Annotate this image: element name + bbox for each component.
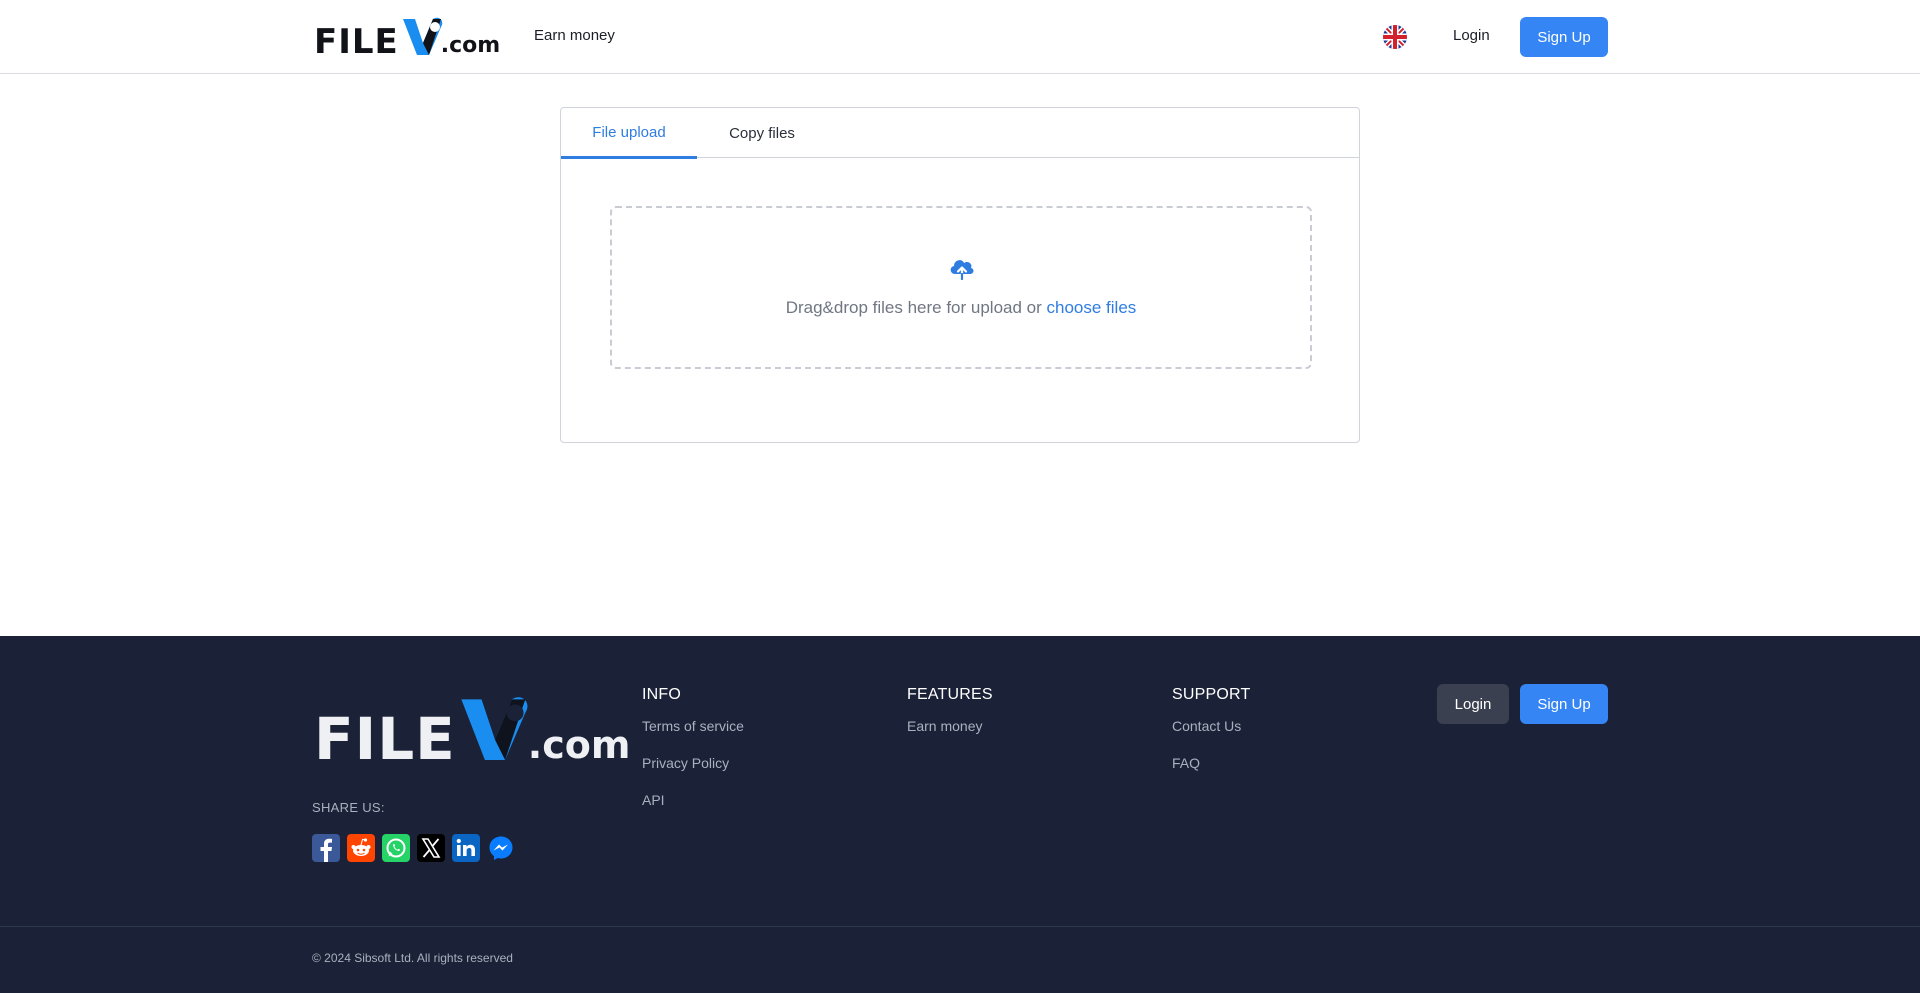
file-dropzone[interactable]: Drag&drop files here for upload or choos… <box>610 206 1312 369</box>
footer-logo-v-mark-icon <box>461 697 528 760</box>
api-link[interactable]: API <box>642 791 744 809</box>
facebook-icon[interactable] <box>312 834 340 862</box>
footer-support-column: SUPPORT Contact Us FAQ <box>1172 686 1250 791</box>
footer-features-title: FEATURES <box>907 686 993 703</box>
footer-divider <box>0 926 1920 927</box>
logo-dotcom-text: .com <box>440 33 501 58</box>
choose-files-link[interactable]: choose files <box>1047 298 1137 317</box>
linkedin-icon[interactable] <box>452 834 480 862</box>
x-icon[interactable] <box>417 834 445 862</box>
upload-tabs: File upload Copy files <box>561 108 1359 159</box>
footer-logo[interactable]: FILE .com <box>314 688 630 768</box>
logo-v-mark-icon <box>402 17 443 55</box>
footer-login-button[interactable]: Login <box>1437 684 1509 724</box>
footer-info-title: INFO <box>642 686 682 703</box>
upload-card: File upload Copy files Drag&drop files h… <box>560 107 1360 443</box>
copyright-text: © 2024 Sibsoft Ltd. All rights reserved <box>312 951 513 965</box>
footer-logo-dotcom-text: .com <box>527 723 631 767</box>
nav-earn-money-link[interactable]: Earn money <box>534 27 615 44</box>
footer-support-title: SUPPORT <box>1172 686 1251 703</box>
dropzone-instruction: Drag&drop files here for upload or <box>785 298 1042 317</box>
header-login-link[interactable]: Login <box>1453 27 1490 44</box>
faq-link[interactable]: FAQ <box>1172 754 1250 772</box>
whatsapp-icon[interactable] <box>382 834 410 862</box>
share-label: SHARE US: <box>312 800 385 815</box>
dropzone-text: Drag&drop files here for upload or choos… <box>612 298 1310 318</box>
tab-copy-files[interactable]: Copy files <box>697 108 827 158</box>
footer-features-column: FEATURES Earn money <box>907 686 993 754</box>
header-signup-button[interactable]: Sign Up <box>1520 17 1608 57</box>
reddit-icon[interactable] <box>347 834 375 862</box>
top-header: FILE .com Earn money Login Sign Up <box>0 0 1920 74</box>
terms-of-service-link[interactable]: Terms of service <box>642 717 744 735</box>
header-container: FILE .com Earn money Login Sign Up <box>312 0 1608 74</box>
social-share-icons <box>312 834 515 862</box>
footer-info-column: INFO Terms of service Privacy Policy API <box>642 686 744 828</box>
logo-file-text: FILE <box>314 22 399 62</box>
messenger-icon[interactable] <box>487 834 515 862</box>
privacy-policy-link[interactable]: Privacy Policy <box>642 754 744 772</box>
site-logo[interactable]: FILE .com <box>314 13 500 59</box>
tab-file-upload[interactable]: File upload <box>561 108 697 159</box>
uk-flag-icon[interactable] <box>1383 25 1407 49</box>
cloud-upload-icon <box>950 260 974 280</box>
footer-container: FILE .com SHARE US: INFO Terms of servic… <box>312 636 1608 916</box>
footer-earn-money-link[interactable]: Earn money <box>907 717 993 735</box>
footer-logo-file-text: FILE <box>314 705 456 773</box>
site-footer: FILE .com SHARE US: INFO Terms of servic… <box>0 636 1920 993</box>
contact-us-link[interactable]: Contact Us <box>1172 717 1250 735</box>
footer-signup-button[interactable]: Sign Up <box>1520 684 1608 724</box>
